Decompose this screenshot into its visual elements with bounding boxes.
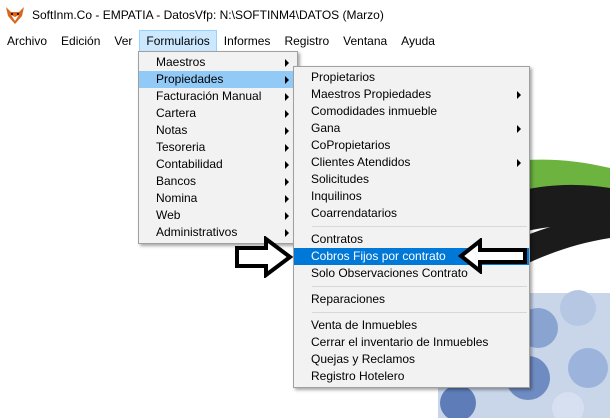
- submenu-arrow-icon: [285, 212, 289, 220]
- menu-edicion[interactable]: Edición: [54, 30, 107, 52]
- menu-item-gana[interactable]: Gana: [294, 120, 529, 137]
- menu-item-reparaciones[interactable]: Reparaciones: [294, 291, 529, 308]
- menu-archivo[interactable]: Archivo: [0, 30, 54, 52]
- submenu-arrow-icon: [285, 144, 289, 152]
- menu-separator: [312, 312, 527, 313]
- menu-item-label: Solicitudes: [311, 172, 370, 186]
- menu-item-label: Administrativos: [156, 225, 238, 239]
- menu-item-label: Facturación Manual: [156, 89, 262, 103]
- menu-item-label: Contratos: [311, 232, 364, 246]
- submenu-arrow-icon: [285, 59, 289, 67]
- menu-item-label: Propiedades: [156, 72, 224, 86]
- menu-item-label: Tesoreria: [156, 140, 206, 154]
- menu-item-solo-observaciones-contrato[interactable]: Solo Observaciones Contrato: [294, 265, 529, 282]
- menu-separator: [312, 286, 527, 287]
- submenu-arrow-icon: [285, 110, 289, 118]
- menu-item-label: Gana: [311, 121, 341, 135]
- menu-item-label: Bancos: [156, 174, 197, 188]
- submenu-arrow-icon: [285, 178, 289, 186]
- menu-item-cobros-fijos-por-contrato[interactable]: Cobros Fijos por contrato: [294, 248, 529, 265]
- menu-item-label: Notas: [156, 123, 188, 137]
- window-title: SoftInm.Co - EMPATIA - DatosVfp: N:\SOFT…: [32, 8, 384, 22]
- menu-item-contabilidad[interactable]: Contabilidad: [139, 156, 297, 173]
- menu-item-cerrar-inventario[interactable]: Cerrar el inventario de Inmuebles: [294, 334, 529, 351]
- menu-item-label: Cartera: [156, 106, 197, 120]
- menu-item-venta-de-inmuebles[interactable]: Venta de Inmuebles: [294, 317, 529, 334]
- menu-item-label: Maestros: [156, 55, 206, 69]
- menu-item-cartera[interactable]: Cartera: [139, 105, 297, 122]
- menu-item-contratos[interactable]: Contratos: [294, 231, 529, 248]
- submenu-arrow-icon: [285, 195, 289, 203]
- menu-item-label: Registro Hotelero: [311, 369, 405, 383]
- menu-item-nomina[interactable]: Nomina: [139, 190, 297, 207]
- menu-informes[interactable]: Informes: [217, 30, 278, 52]
- fox-logo-icon: [6, 7, 24, 24]
- menu-item-administrativos[interactable]: Administrativos: [139, 224, 297, 241]
- menu-item-propietarios[interactable]: Propietarios: [294, 69, 529, 86]
- menu-item-label: Coarrendatarios: [311, 206, 398, 220]
- menu-item-clientes-atendidos[interactable]: Clientes Atendidos: [294, 154, 529, 171]
- menu-item-web[interactable]: Web: [139, 207, 297, 224]
- menu-item-label: Nomina: [156, 191, 198, 205]
- menu-registro[interactable]: Registro: [277, 30, 336, 52]
- menu-item-notas[interactable]: Notas: [139, 122, 297, 139]
- menu-item-facturacion-manual[interactable]: Facturación Manual: [139, 88, 297, 105]
- menu-item-copropietarios[interactable]: CoPropietarios: [294, 137, 529, 154]
- menu-ventana[interactable]: Ventana: [336, 30, 394, 52]
- menu-item-label: Cerrar el inventario de Inmuebles: [311, 335, 489, 349]
- submenu-arrow-icon: [285, 76, 289, 84]
- menu-item-inquilinos[interactable]: Inquilinos: [294, 188, 529, 205]
- menu-item-propiedades[interactable]: Propiedades: [139, 71, 297, 88]
- menu-item-label: Quejas y Reclamos: [311, 352, 416, 366]
- menu-item-label: Inquilinos: [311, 189, 362, 203]
- menu-item-label: Cobros Fijos por contrato: [311, 249, 446, 263]
- submenu-arrow-icon: [517, 125, 521, 133]
- menu-item-label: Clientes Atendidos: [311, 155, 411, 169]
- submenu-arrow-icon: [285, 127, 289, 135]
- menu-separator: [312, 226, 527, 227]
- menu-item-registro-hotelero[interactable]: Registro Hotelero: [294, 368, 529, 385]
- menu-item-maestros[interactable]: Maestros: [139, 54, 297, 71]
- menu-item-tesoreria[interactable]: Tesoreria: [139, 139, 297, 156]
- menu-item-comodidades-inmueble[interactable]: Comodidades inmueble: [294, 103, 529, 120]
- menu-bar: Archivo Edición Ver Formularios Informes…: [0, 30, 610, 52]
- submenu-arrow-icon: [285, 161, 289, 169]
- propiedades-submenu: Propietarios Maestros Propiedades Comodi…: [293, 66, 530, 388]
- submenu-arrow-icon: [285, 229, 289, 237]
- menu-item-label: Propietarios: [311, 70, 376, 84]
- menu-item-quejas-y-reclamos[interactable]: Quejas y Reclamos: [294, 351, 529, 368]
- formularios-menu: Maestros Propiedades Facturación Manual …: [138, 51, 298, 244]
- title-bar: SoftInm.Co - EMPATIA - DatosVfp: N:\SOFT…: [0, 0, 610, 30]
- menu-item-label: Contabilidad: [156, 157, 223, 171]
- menu-item-solicitudes[interactable]: Solicitudes: [294, 171, 529, 188]
- submenu-arrow-icon: [285, 93, 289, 101]
- menu-item-label: Web: [156, 208, 181, 222]
- menu-item-bancos[interactable]: Bancos: [139, 173, 297, 190]
- menu-ayuda[interactable]: Ayuda: [394, 30, 442, 52]
- menu-item-label: Venta de Inmuebles: [311, 318, 418, 332]
- menu-formularios[interactable]: Formularios: [139, 30, 217, 52]
- menu-item-coarrendatarios[interactable]: Coarrendatarios: [294, 205, 529, 222]
- menu-ver[interactable]: Ver: [107, 30, 139, 52]
- menu-item-label: Solo Observaciones Contrato: [311, 266, 468, 280]
- menu-item-label: Maestros Propiedades: [311, 87, 432, 101]
- submenu-arrow-icon: [517, 159, 521, 167]
- menu-item-maestros-propiedades[interactable]: Maestros Propiedades: [294, 86, 529, 103]
- submenu-arrow-icon: [517, 91, 521, 99]
- menu-item-label: CoPropietarios: [311, 138, 391, 152]
- menu-item-label: Reparaciones: [311, 292, 386, 306]
- menu-item-label: Comodidades inmueble: [311, 104, 438, 118]
